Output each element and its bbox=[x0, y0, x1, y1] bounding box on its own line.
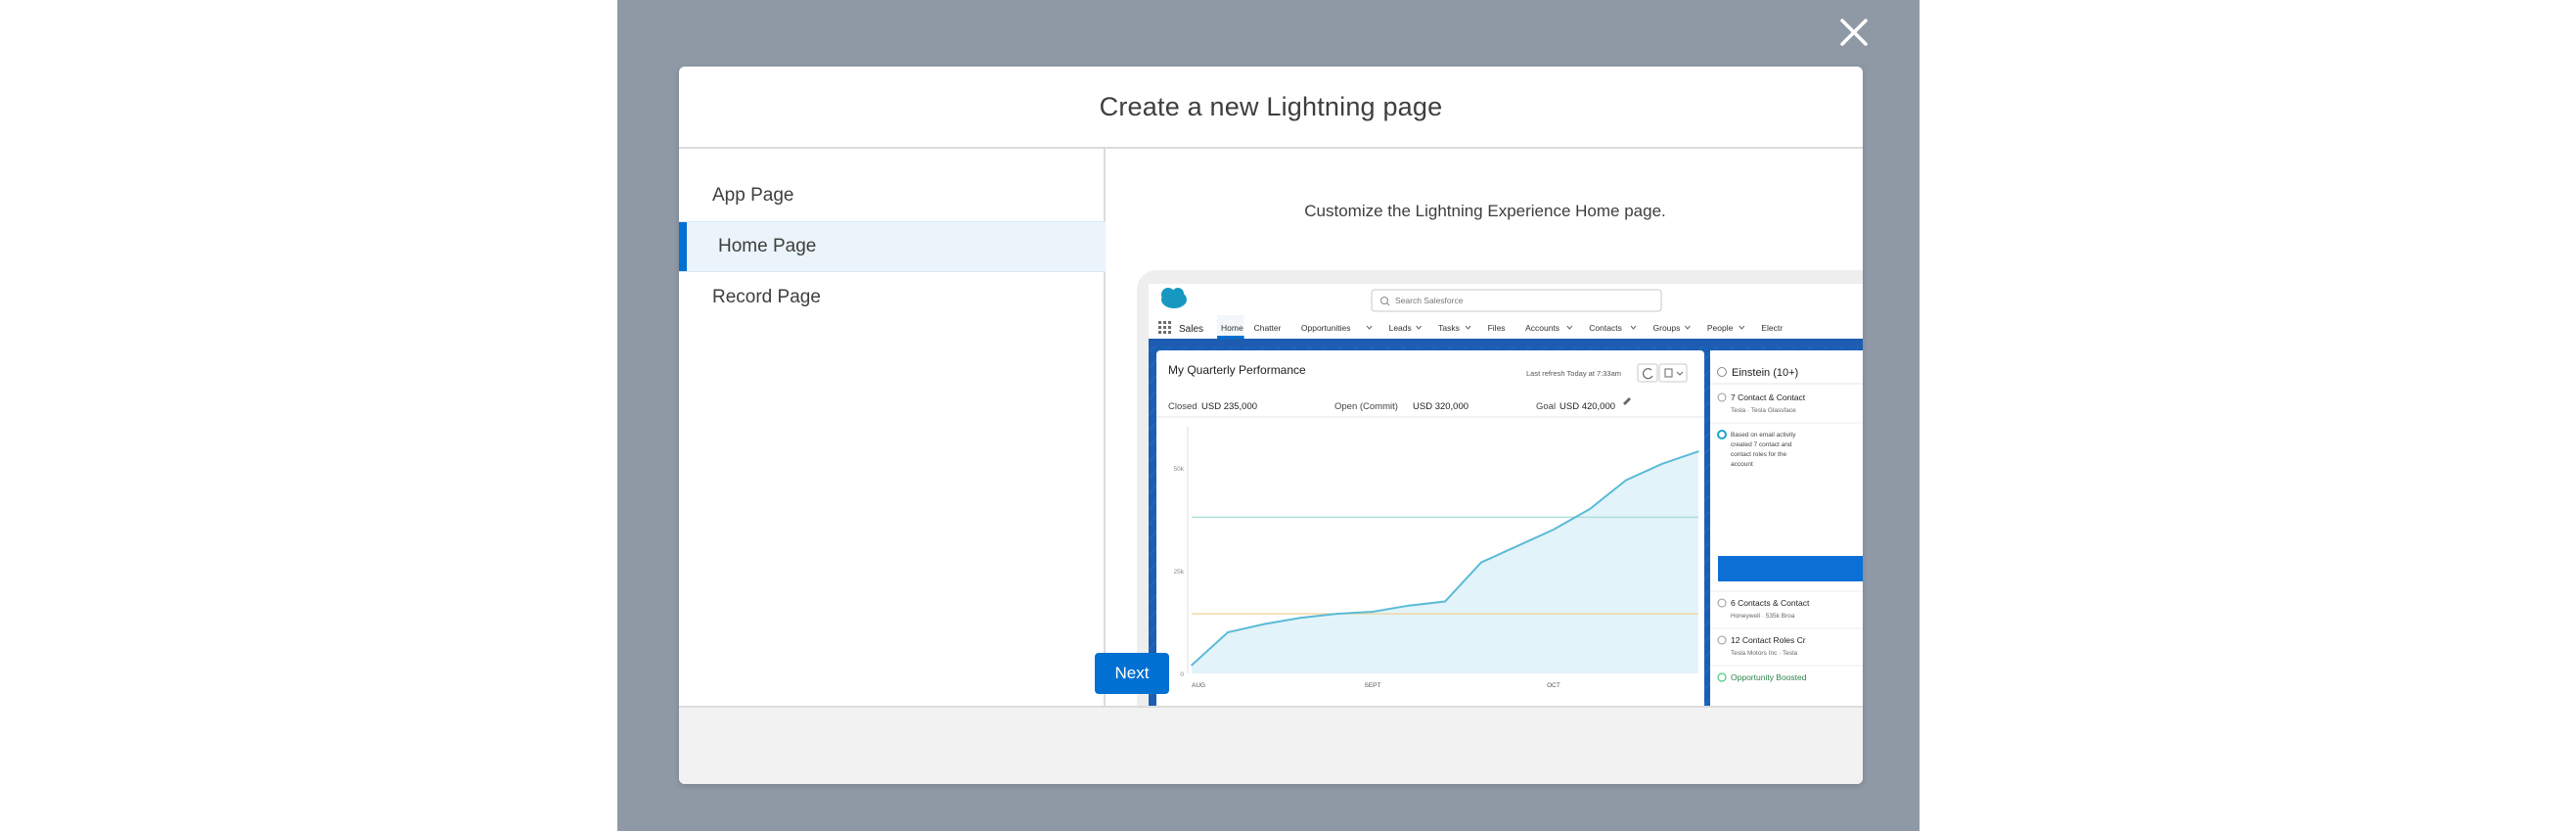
einstein-item-title: 6 Contacts & Contact bbox=[1731, 598, 1810, 608]
page-type-app-page[interactable]: App Page bbox=[679, 170, 1106, 221]
chart-point bbox=[1697, 450, 1699, 452]
goal-value: USD 420,000 bbox=[1559, 401, 1615, 412]
screen: Create a new Lightning page App Page Hom… bbox=[0, 0, 2576, 831]
preview-nav-item: People bbox=[1707, 323, 1734, 333]
einstein-item-sub: created 7 contact and bbox=[1731, 441, 1792, 448]
page-type-home-page[interactable]: Home Page bbox=[679, 221, 1106, 272]
chart-y-tick-label: 50k bbox=[1174, 466, 1185, 473]
preview-nav-item: Tasks bbox=[1438, 323, 1460, 333]
chart-point bbox=[1191, 664, 1193, 667]
chart-point bbox=[1227, 631, 1229, 633]
modal-title: Create a new Lightning page bbox=[1099, 91, 1443, 121]
closed-value: USD 235,000 bbox=[1201, 401, 1257, 412]
chart-point bbox=[1408, 604, 1410, 607]
open-commit-label: Open (Commit) bbox=[1334, 401, 1398, 412]
modal-body: App Page Home Page Record Page Customize… bbox=[679, 149, 1863, 706]
page-type-preview-pane: Customize the Lightning Experience Home … bbox=[1107, 149, 1863, 706]
chart-point bbox=[1589, 508, 1591, 510]
einstein-item-title: 12 Contact Roles Cr bbox=[1731, 635, 1806, 645]
preview-nav-item: Electr bbox=[1761, 323, 1783, 333]
home-page-preview-image: Search Salesforce Sales Home Chatter Oppor… bbox=[1137, 270, 1863, 706]
chart-point bbox=[1263, 623, 1265, 625]
chart-point bbox=[1335, 613, 1337, 615]
open-commit-value: USD 320,000 bbox=[1413, 401, 1469, 412]
chart-point bbox=[1444, 600, 1446, 603]
chart-point bbox=[1553, 529, 1555, 531]
einstein-item-sub: Tesla · Tesla Glassface bbox=[1731, 407, 1796, 414]
modal-header: Create a new Lightning page bbox=[679, 67, 1863, 149]
einstein-item-sub: Tesla Motors Inc · Tesla bbox=[1731, 650, 1798, 657]
preview-nav-item: Files bbox=[1488, 323, 1506, 333]
preview-app-name: Sales bbox=[1179, 324, 1203, 335]
page-type-list: App Page Home Page Record Page bbox=[679, 149, 1106, 706]
create-lightning-page-modal: Create a new Lightning page App Page Hom… bbox=[679, 67, 1863, 784]
preview-nav-item: Home bbox=[1221, 323, 1243, 333]
chart-point bbox=[1516, 545, 1518, 547]
chart-point bbox=[1372, 611, 1374, 613]
preview-nav-item: Accounts bbox=[1525, 323, 1559, 333]
next-button[interactable]: Next bbox=[1095, 653, 1169, 694]
preview-nav-item: Opportunities bbox=[1301, 323, 1351, 333]
performance-refresh-text: Last refresh Today at 7:33am bbox=[1526, 369, 1621, 378]
performance-title: My Quarterly Performance bbox=[1168, 363, 1306, 377]
view-options-button bbox=[1658, 363, 1688, 383]
chart-x-tick-label: SEPT bbox=[1365, 682, 1381, 689]
preview-nav-item: Contacts bbox=[1589, 323, 1622, 333]
chart-point bbox=[1625, 479, 1627, 482]
preview-search-placeholder: Search Salesforce bbox=[1395, 296, 1464, 305]
page-type-record-page[interactable]: Record Page bbox=[679, 272, 1106, 323]
chart-y-tick-label: 0 bbox=[1180, 671, 1184, 678]
close-icon[interactable] bbox=[1837, 16, 1871, 49]
closed-label: Closed bbox=[1168, 401, 1198, 412]
chart-point bbox=[1299, 617, 1301, 620]
einstein-item-title: Opportunity Boosted bbox=[1731, 672, 1807, 682]
refresh-button bbox=[1637, 363, 1658, 383]
einstein-action-bar bbox=[1718, 556, 1863, 581]
einstein-extra-line: account bbox=[1731, 461, 1753, 468]
chart-y-tick-label: 25k bbox=[1174, 569, 1185, 576]
chart-x-tick-label: OCT bbox=[1547, 682, 1560, 689]
page-type-description: Customize the Lightning Experience Home … bbox=[1304, 202, 1666, 220]
salesforce-cloud-icon bbox=[1161, 288, 1187, 308]
app-launcher-icon bbox=[1158, 321, 1171, 334]
einstein-title: Einstein (10+) bbox=[1732, 367, 1798, 379]
preview-nav-item: Chatter bbox=[1254, 323, 1282, 333]
goal-label: Goal bbox=[1536, 401, 1556, 412]
chart-point bbox=[1661, 463, 1663, 465]
einstein-item-title: Based on email activity bbox=[1731, 432, 1796, 439]
preview-nav-item: Leads bbox=[1389, 323, 1412, 333]
preview-nav-item: Groups bbox=[1653, 323, 1681, 333]
chart-point bbox=[1480, 561, 1482, 564]
einstein-extra-line: contact roles for the bbox=[1731, 451, 1786, 458]
chart-x-tick-label: AUG bbox=[1192, 682, 1205, 689]
modal-footer bbox=[679, 706, 1863, 784]
einstein-item-title: 7 Contact & Contact bbox=[1731, 392, 1806, 402]
einstein-item-sub: Honeywell · 535k Broa bbox=[1731, 613, 1795, 620]
